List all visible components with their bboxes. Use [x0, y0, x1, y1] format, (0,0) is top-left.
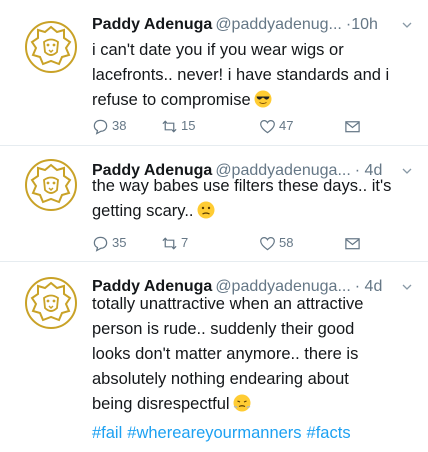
tweet-line: person is rude.. suddenly their good	[92, 320, 355, 338]
tweet-text: i can't date you if you wear wigs or lac…	[92, 38, 414, 113]
tweet-line-text: refuse to compromise	[92, 91, 251, 109]
reply-count: 35	[112, 235, 127, 250]
tweet-line: totally unattractive when an attractive	[92, 295, 364, 313]
tweet-line-text: being disrespectful	[92, 395, 230, 413]
retweet-button[interactable]: 15	[161, 116, 195, 136]
tweet-1[interactable]: Paddy Adenuga @paddyadenug... ·10h i can't…	[0, 0, 428, 146]
reply-button[interactable]: 35	[92, 233, 126, 253]
hashtag-link[interactable]: #facts	[307, 424, 351, 442]
timestamp[interactable]: ·10h	[346, 16, 378, 33]
like-count: 58	[279, 235, 294, 250]
tweet-header: Paddy Adenuga @paddyadenug... ·10h	[92, 14, 412, 36]
tweet-3[interactable]: Paddy Adenuga @paddyadenuga... · 4d totall…	[0, 262, 428, 452]
lion-logo-icon	[25, 21, 77, 73]
steam-face-emoji-icon	[233, 394, 251, 412]
retweet-icon	[162, 119, 177, 133]
hashtags: #fail #whereareyourmanners #facts	[92, 424, 356, 443]
tweet-line: absolutely nothing endearing about	[92, 370, 349, 388]
reply-count: 38	[112, 118, 127, 133]
lion-logo-icon	[25, 159, 77, 211]
envelope-icon	[345, 120, 360, 132]
reply-icon	[93, 119, 108, 135]
sunglasses-emoji-icon	[254, 90, 272, 108]
envelope-icon	[345, 237, 360, 249]
tweet-line-last: getting scary..	[92, 199, 414, 224]
chevron-down-icon[interactable]	[402, 282, 412, 292]
hashtag-link[interactable]: #whereareyourmanners	[127, 424, 301, 442]
tweet-line-last: being disrespectful	[92, 392, 414, 417]
reply-icon	[93, 236, 108, 252]
retweet-button[interactable]: 7	[161, 233, 188, 253]
avatar[interactable]	[24, 158, 78, 212]
heart-icon	[260, 119, 275, 133]
chevron-down-icon[interactable]	[402, 20, 412, 30]
tweet-line: lacefronts.. never! i have standards and…	[92, 66, 390, 84]
dm-button[interactable]	[344, 233, 361, 253]
dm-button[interactable]	[344, 116, 361, 136]
tweet-text: the way babes use filters these days.. i…	[92, 174, 414, 224]
tweet-actions: 35 7 58	[92, 233, 372, 253]
tweet-text: totally unattractive when an attractive …	[92, 292, 414, 417]
like-button[interactable]: 47	[259, 116, 293, 136]
tweet-actions: 38 15 47	[92, 116, 372, 136]
like-button[interactable]: 58	[259, 233, 293, 253]
like-count: 47	[279, 118, 294, 133]
reply-button[interactable]: 38	[92, 116, 126, 136]
tweet-line: i can't date you if you wear wigs or	[92, 41, 344, 59]
retweet-count: 7	[181, 235, 189, 250]
display-name[interactable]: Paddy Adenuga	[92, 16, 212, 33]
lion-logo-icon	[25, 277, 77, 329]
tweet-line: the way babes use filters these days.. i…	[92, 177, 392, 195]
avatar[interactable]	[24, 20, 78, 74]
tweet-feed: Paddy Adenuga @paddyadenug... ·10h i can't…	[0, 0, 428, 452]
tweet-2[interactable]: Paddy Adenuga @paddyadenuga... · 4d the wa…	[0, 146, 428, 262]
hashtag-link[interactable]: #fail	[92, 424, 122, 442]
avatar[interactable]	[24, 276, 78, 330]
heart-icon	[260, 236, 275, 250]
user-handle[interactable]: @paddyadenug...	[215, 16, 342, 33]
tweet-line: looks don't matter anymore.. there is	[92, 345, 359, 363]
retweet-icon	[162, 236, 177, 250]
retweet-count: 15	[181, 118, 196, 133]
tweet-line-last: refuse to compromise	[92, 88, 414, 113]
confused-face-emoji-icon	[197, 201, 214, 219]
tweet-line-text: getting scary..	[92, 202, 194, 220]
